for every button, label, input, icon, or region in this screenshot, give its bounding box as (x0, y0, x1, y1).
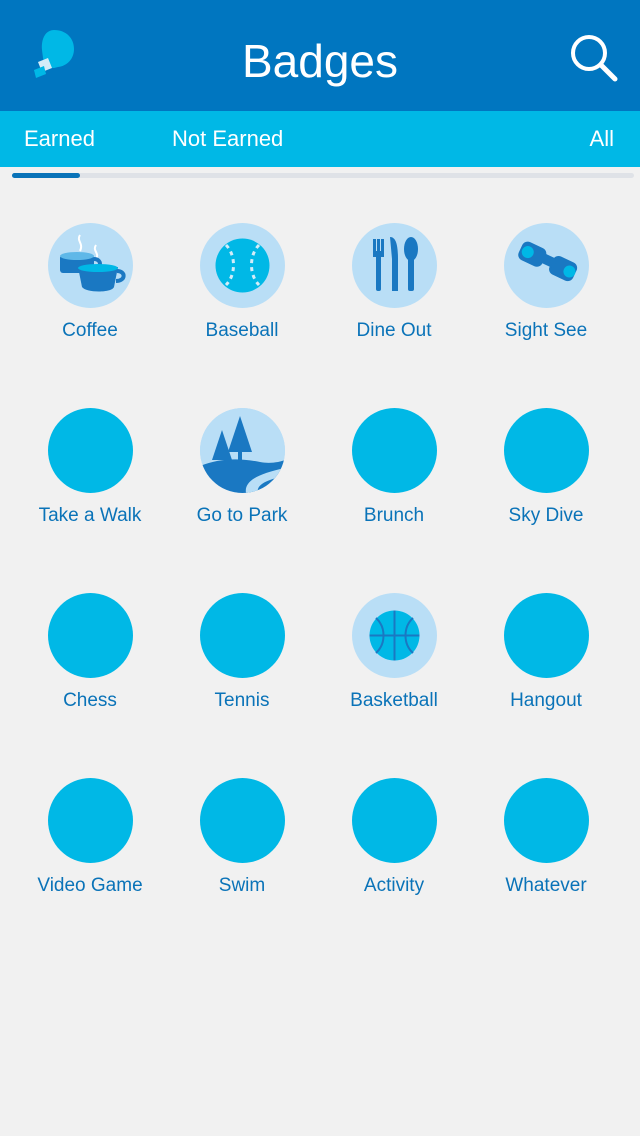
badge-placeholder-circle (200, 593, 285, 678)
badge-label: Brunch (363, 505, 425, 526)
badge-label: Swim (218, 875, 266, 896)
badge-placeholder-circle (504, 778, 589, 863)
badge-label: Basketball (350, 690, 438, 711)
badge-chess[interactable]: Chess (14, 593, 166, 743)
badge-label: Tennis (214, 690, 270, 711)
badge-basketball[interactable]: Basketball (318, 593, 470, 743)
badge-sight-see[interactable]: Sight See (470, 223, 622, 373)
badge-placeholder-circle (504, 408, 589, 493)
badge-video-game[interactable]: Video Game (14, 778, 166, 928)
badge-placeholder-circle (48, 778, 133, 863)
badge-label: Hangout (510, 690, 582, 711)
badge-placeholder-circle (352, 778, 437, 863)
basketball-icon (352, 593, 437, 678)
badge-label: Go to Park (196, 505, 288, 526)
progress-track (12, 173, 634, 178)
badge-placeholder-circle (352, 408, 437, 493)
badge-label: Sight See (504, 320, 588, 341)
tab-all[interactable]: All (590, 111, 614, 167)
badge-tennis[interactable]: Tennis (166, 593, 318, 743)
badge-coffee[interactable]: Coffee (14, 223, 166, 373)
badge-label: Video Game (37, 875, 143, 896)
badge-placeholder-circle (48, 408, 133, 493)
badge-activity[interactable]: Activity (318, 778, 470, 928)
coffee-icon (48, 223, 133, 308)
search-icon[interactable] (568, 32, 620, 84)
park-icon (200, 408, 285, 493)
badge-whatever[interactable]: Whatever (470, 778, 622, 928)
binoculars-icon (504, 223, 589, 308)
badge-go-to-park[interactable]: Go to Park (166, 408, 318, 558)
badge-take-a-walk[interactable]: Take a Walk (14, 408, 166, 558)
app-header: Badges (0, 0, 640, 111)
badge-swim[interactable]: Swim (166, 778, 318, 928)
badge-label: Coffee (62, 320, 118, 341)
badge-placeholder-circle (200, 778, 285, 863)
badge-baseball[interactable]: Baseball (166, 223, 318, 373)
progress-fill (12, 173, 81, 178)
badge-label: Baseball (205, 320, 279, 341)
badge-label: Take a Walk (38, 505, 142, 526)
badge-placeholder-circle (48, 593, 133, 678)
badge-placeholder-circle (504, 593, 589, 678)
badge-label: Chess (63, 690, 117, 711)
filter-tabs: Earned Not Earned All (0, 111, 640, 167)
badge-hangout[interactable]: Hangout (470, 593, 622, 743)
tab-earned[interactable]: Earned (24, 111, 95, 167)
page-title: Badges (241, 35, 398, 87)
badge-label: Whatever (505, 875, 587, 896)
tab-not-earned[interactable]: Not Earned (172, 111, 283, 167)
dine-out-icon (352, 223, 437, 308)
baseball-icon (200, 223, 285, 308)
badge-sky-dive[interactable]: Sky Dive (470, 408, 622, 558)
badge-brunch[interactable]: Brunch (318, 408, 470, 558)
badge-label: Dine Out (356, 320, 432, 341)
badge-label: Sky Dive (508, 505, 584, 526)
badge-label: Activity (363, 875, 425, 896)
badge-dine-out[interactable]: Dine Out (318, 223, 470, 373)
